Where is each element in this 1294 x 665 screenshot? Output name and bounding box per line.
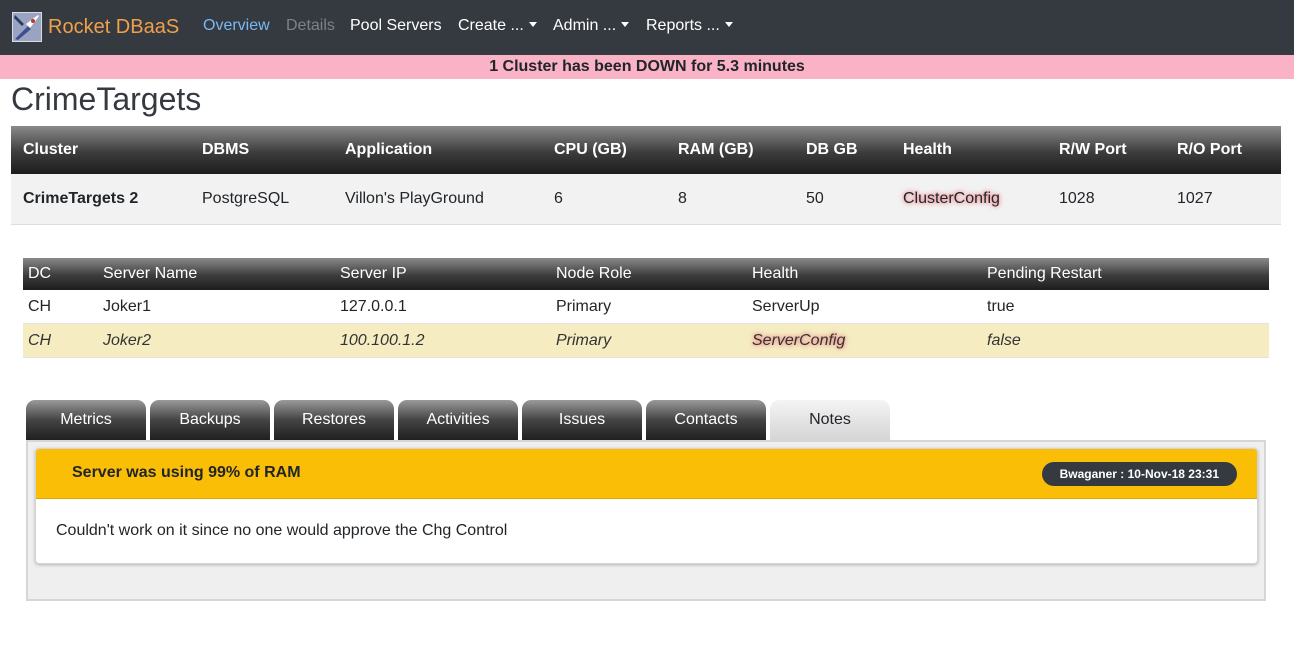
column-header-server-name[interactable]: Server Name [103,258,340,290]
cluster-ro-port: 1027 [1177,174,1281,225]
cluster-db-gb: 50 [806,174,903,225]
server-role: Primary [556,290,752,324]
nav-admin-dropdown[interactable]: Admin ... [553,17,630,35]
rocket-logo-icon [12,12,42,42]
tab-issues[interactable]: Issues [522,400,642,440]
column-header-pending-restart[interactable]: Pending Restart [987,258,1269,290]
server-role: Primary [556,323,752,358]
column-header-db-gb[interactable]: DB GB [806,126,903,174]
column-header-cpu[interactable]: CPU (GB) [554,126,678,174]
note-author-badge: Bwaganer : 10-Nov-18 23:31 [1041,462,1237,486]
server-pending-restart: false [987,323,1269,358]
column-header-node-role[interactable]: Node Role [556,258,752,290]
caret-down-icon [528,22,537,27]
nav-create-dropdown[interactable]: Create ... [458,17,537,35]
note-card: Server was using 99% of RAM Bwaganer : 1… [35,448,1258,564]
cluster-rw-port: 1028 [1059,174,1177,225]
server-table: DC Server Name Server IP Node Role Healt… [23,258,1269,358]
column-header-health[interactable]: Health [903,126,1059,174]
tab-backups[interactable]: Backups [150,400,270,440]
table-row[interactable]: CH Joker1 127.0.0.1 Primary ServerUp tru… [23,290,1269,324]
note-header: Server was using 99% of RAM Bwaganer : 1… [36,449,1257,499]
column-header-application[interactable]: Application [345,126,554,174]
nav-admin-label: Admin ... [553,17,617,34]
server-name[interactable]: Joker2 [103,323,340,358]
cluster-table-header: Cluster DBMS Application CPU (GB) RAM (G… [11,126,1281,174]
cluster-application: Villon's PlayGround [345,174,554,225]
notes-panel: Server was using 99% of RAM Bwaganer : 1… [26,440,1266,601]
server-table-header: DC Server Name Server IP Node Role Healt… [23,258,1269,290]
nav-create-label: Create ... [458,17,524,34]
cluster-ram: 8 [678,174,806,225]
column-header-cluster[interactable]: Cluster [11,126,202,174]
tab-contacts[interactable]: Contacts [646,400,766,440]
brand[interactable]: Rocket DBaaS [12,12,179,42]
column-header-ram[interactable]: RAM (GB) [678,126,806,174]
tab-metrics[interactable]: Metrics [26,400,146,440]
nav-pool-servers[interactable]: Pool Servers [350,17,442,35]
tab-notes[interactable]: Notes [770,400,890,440]
cluster-name[interactable]: CrimeTargets 2 [11,174,202,225]
column-header-dc[interactable]: DC [23,258,103,290]
column-header-dbms[interactable]: DBMS [202,126,345,174]
cluster-down-alert: 1 Cluster has been DOWN for 5.3 minutes [0,55,1294,79]
server-dc: CH [23,290,103,324]
cluster-row[interactable]: CrimeTargets 2 PostgreSQL Villon's PlayG… [11,174,1281,225]
server-name[interactable]: Joker1 [103,290,340,324]
note-body: Couldn't work on it since no one would a… [56,522,508,539]
cluster-health-status: ClusterConfig [903,174,1059,225]
table-row[interactable]: CH Joker2 100.100.1.2 Primary ServerConf… [23,323,1269,358]
column-header-rw-port[interactable]: R/W Port [1059,126,1177,174]
caret-down-icon [724,22,733,27]
nav-details[interactable]: Details [286,17,335,35]
page-title: CrimeTargets [11,81,202,117]
server-dc: CH [23,323,103,358]
navbar: Rocket DBaaS Overview Details Pool Serve… [0,0,1294,55]
note-title: Server was using 99% of RAM [72,464,301,481]
column-header-server-health[interactable]: Health [752,258,987,290]
cluster-cpu: 6 [554,174,678,225]
nav-reports-dropdown[interactable]: Reports ... [646,17,733,35]
tab-activities[interactable]: Activities [398,400,518,440]
tab-restores[interactable]: Restores [274,400,394,440]
nav-overview[interactable]: Overview [203,17,270,35]
caret-down-icon [621,22,630,27]
brand-name: Rocket DBaaS [48,15,180,38]
cluster-table: Cluster DBMS Application CPU (GB) RAM (G… [11,126,1281,225]
server-ip: 127.0.0.1 [340,290,556,324]
server-health: ServerConfig [752,323,987,358]
server-ip: 100.100.1.2 [340,323,556,358]
server-pending-restart: true [987,290,1269,324]
column-header-server-ip[interactable]: Server IP [340,258,556,290]
nav-reports-label: Reports ... [646,17,720,34]
server-health: ServerUp [752,290,987,324]
column-header-ro-port[interactable]: R/O Port [1177,126,1281,174]
cluster-dbms: PostgreSQL [202,174,345,225]
